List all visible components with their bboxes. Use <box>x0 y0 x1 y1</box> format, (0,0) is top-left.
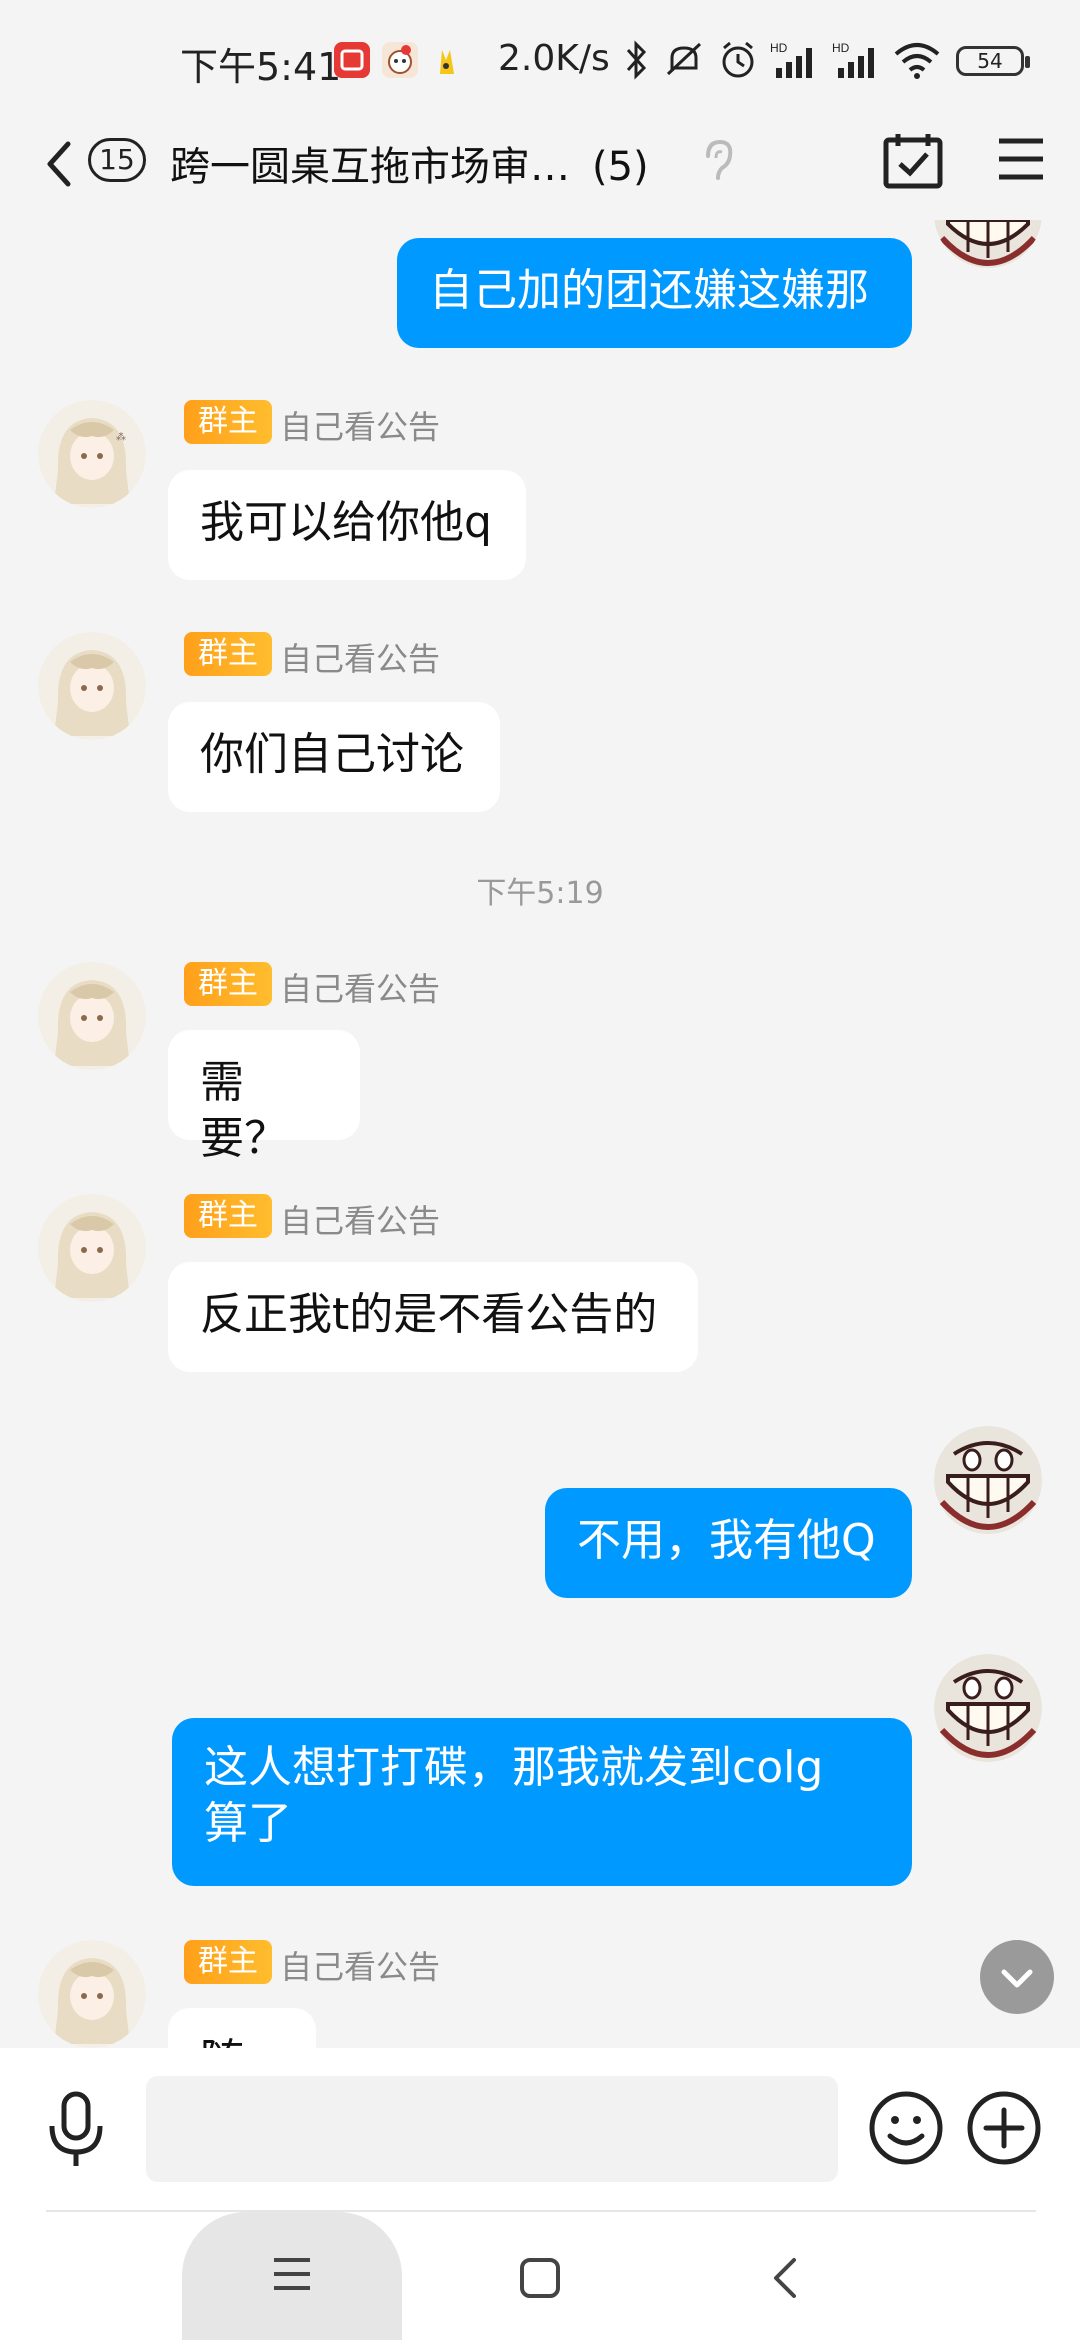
sender-info: 群主 自己看公告 <box>184 1940 484 1986</box>
hd-signal-icon: HD <box>770 40 824 84</box>
time-divider: 下午5:19 <box>476 876 604 911</box>
scroll-to-bottom-button[interactable] <box>980 1940 1054 2014</box>
owner-role-badge: 群主 <box>184 962 272 1006</box>
group-name: 跨一圆桌互拖市场审… <box>170 144 570 190</box>
menu-icon[interactable] <box>996 136 1046 186</box>
wifi-icon <box>892 40 942 84</box>
svg-text:HD: HD <box>832 41 850 55</box>
message-line: 算了 <box>204 1798 292 1849</box>
member-count: (5) <box>592 144 649 190</box>
notification-app-icon <box>334 42 370 78</box>
recents-button[interactable] <box>182 2212 402 2340</box>
sender-info: 群主 自己看公告 <box>184 1194 484 1240</box>
back-icon[interactable] <box>38 134 78 194</box>
network-speed: 2.0K/s <box>498 38 610 79</box>
bluetooth-icon <box>622 40 650 84</box>
status-time: 下午5:41 <box>180 45 342 89</box>
unread-count-badge[interactable]: 15 <box>88 138 146 182</box>
svg-text:⁂: ⁂ <box>116 431 126 443</box>
status-bar: 下午5:41 2.0K/s HD HD 54 <box>0 0 1080 120</box>
sender-name[interactable]: 自己看公告 <box>280 964 440 1010</box>
my-avatar[interactable] <box>934 1426 1042 1534</box>
message-list[interactable]: 自己加的团还嫌这嫌那 ⁂ 群主 自己看公告 我可以给你他q 群主 自己看公告 你… <box>0 220 1080 2048</box>
message-bubble[interactable]: 反正我t的是不看公告的 <box>168 1262 698 1372</box>
sender-info: 群主 自己看公告 <box>184 632 484 678</box>
sender-name[interactable]: 自己看公告 <box>280 1196 440 1242</box>
chat-title[interactable]: 跨一圆桌互拖市场审… (5) <box>170 134 649 192</box>
sender-avatar[interactable] <box>38 1194 146 1302</box>
ear-icon[interactable] <box>700 136 736 188</box>
owner-role-badge: 群主 <box>184 1940 272 1984</box>
input-bar <box>0 2048 1080 2212</box>
alarm-icon <box>718 40 758 84</box>
back-nav-icon[interactable] <box>770 2256 800 2304</box>
sender-avatar[interactable] <box>38 962 146 1070</box>
sender-info: 群主 自己看公告 <box>184 400 484 446</box>
svg-text:HD: HD <box>770 41 788 55</box>
chat-header: 15 跨一圆桌互拖市场审… (5) <box>0 120 1080 220</box>
sender-avatar[interactable]: ⁂ <box>38 400 146 508</box>
microphone-icon[interactable] <box>44 2090 108 2174</box>
message-bubble[interactable]: 这人想打打碟，那我就发到colg 算了 <box>172 1718 912 1886</box>
sender-name[interactable]: 自己看公告 <box>280 402 440 448</box>
mute-icon <box>662 40 706 84</box>
app-icon-2 <box>382 42 418 78</box>
system-nav-bar <box>0 2212 1080 2340</box>
message-bubble[interactable]: 随你 <box>168 2008 316 2048</box>
sender-avatar[interactable] <box>38 1940 146 2048</box>
message-line: 这人想打打碟，那我就发到colg <box>204 1742 824 1793</box>
message-bubble[interactable]: 需要？ <box>168 1030 360 1164</box>
sender-name[interactable]: 自己看公告 <box>280 634 440 680</box>
message-input[interactable] <box>146 2076 838 2182</box>
message-bubble[interactable]: 我可以给你他q <box>168 470 526 580</box>
plus-icon[interactable] <box>966 2090 1042 2170</box>
sender-name[interactable]: 自己看公告 <box>280 1942 440 1988</box>
sender-info: 群主 自己看公告 <box>184 962 484 1008</box>
owner-role-badge: 群主 <box>184 632 272 676</box>
home-icon[interactable] <box>518 2256 562 2304</box>
my-avatar[interactable] <box>934 1654 1042 1762</box>
message-bubble[interactable]: 你们自己讨论 <box>168 702 500 812</box>
calendar-check-icon[interactable] <box>882 130 944 194</box>
owner-role-badge: 群主 <box>184 400 272 444</box>
message-bubble[interactable]: 自己加的团还嫌这嫌那 <box>397 238 912 348</box>
emoji-icon[interactable] <box>868 2090 944 2170</box>
my-avatar[interactable] <box>934 220 1042 268</box>
hd-signal-icon: HD <box>832 40 886 84</box>
app-icon-3 <box>430 42 466 78</box>
owner-role-badge: 群主 <box>184 1194 272 1238</box>
sender-avatar[interactable] <box>38 632 146 740</box>
battery-icon: 54 <box>956 46 1030 76</box>
message-bubble[interactable]: 不用，我有他Q <box>545 1488 912 1598</box>
